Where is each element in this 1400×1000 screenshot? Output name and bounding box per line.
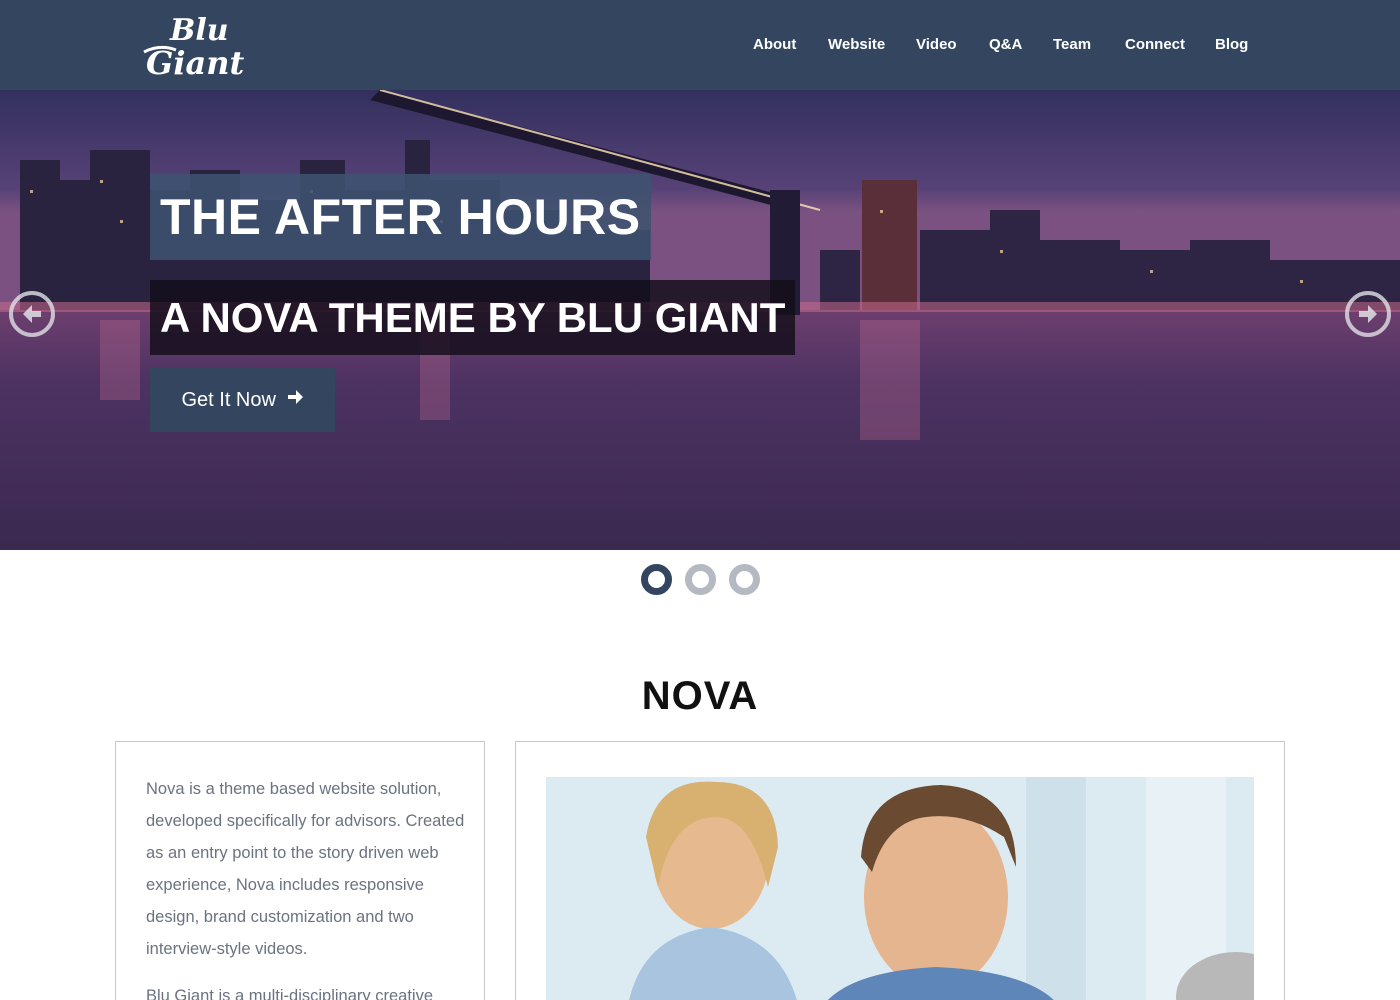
site-header: Blu Giant About Website Video Q&A Team C… <box>0 0 1400 90</box>
slider-dot-1[interactable] <box>641 564 672 595</box>
nav-blog[interactable]: Blog <box>1215 34 1248 56</box>
slider-prev-button[interactable] <box>9 291 55 337</box>
about-paragraph: Blu Giant is a multi-disciplinary creati… <box>146 987 434 1000</box>
team-photo <box>546 777 1254 1000</box>
section-title: NOVA <box>641 674 759 718</box>
arrow-right-circle-icon <box>1359 305 1377 323</box>
nav-video[interactable]: Video <box>916 34 957 56</box>
nav-about[interactable]: About <box>753 34 796 56</box>
slider-dot-2[interactable] <box>685 564 716 595</box>
get-it-now-label: Get It Now <box>181 389 276 411</box>
nav-connect[interactable]: Connect <box>1125 34 1185 56</box>
get-it-now-button[interactable]: Get It Now <box>150 368 335 432</box>
main-nav: About Website Video Q&A Team Connect Blo… <box>0 0 1400 90</box>
intro-paragraph: Nova is a theme based website solution, … <box>146 780 465 958</box>
intro-image-card <box>515 741 1285 1000</box>
arrow-left-circle-icon <box>23 305 41 323</box>
nav-website[interactable]: Website <box>828 34 885 56</box>
arrow-right-icon <box>286 368 304 432</box>
hero-subtitle: A NOVA THEME BY BLU GIANT <box>150 280 796 355</box>
nav-qa[interactable]: Q&A <box>989 34 1022 56</box>
hero-slider: THE AFTER HOURS A NOVA THEME BY BLU GIAN… <box>0 90 1400 550</box>
hero-title: THE AFTER HOURS <box>150 174 651 260</box>
intro-text-card: Nova is a theme based website solution, … <box>115 741 485 1000</box>
nav-team[interactable]: Team <box>1053 34 1091 56</box>
slider-dot-3[interactable] <box>729 564 760 595</box>
slider-dots <box>0 564 1400 596</box>
slider-next-button[interactable] <box>1345 291 1391 337</box>
